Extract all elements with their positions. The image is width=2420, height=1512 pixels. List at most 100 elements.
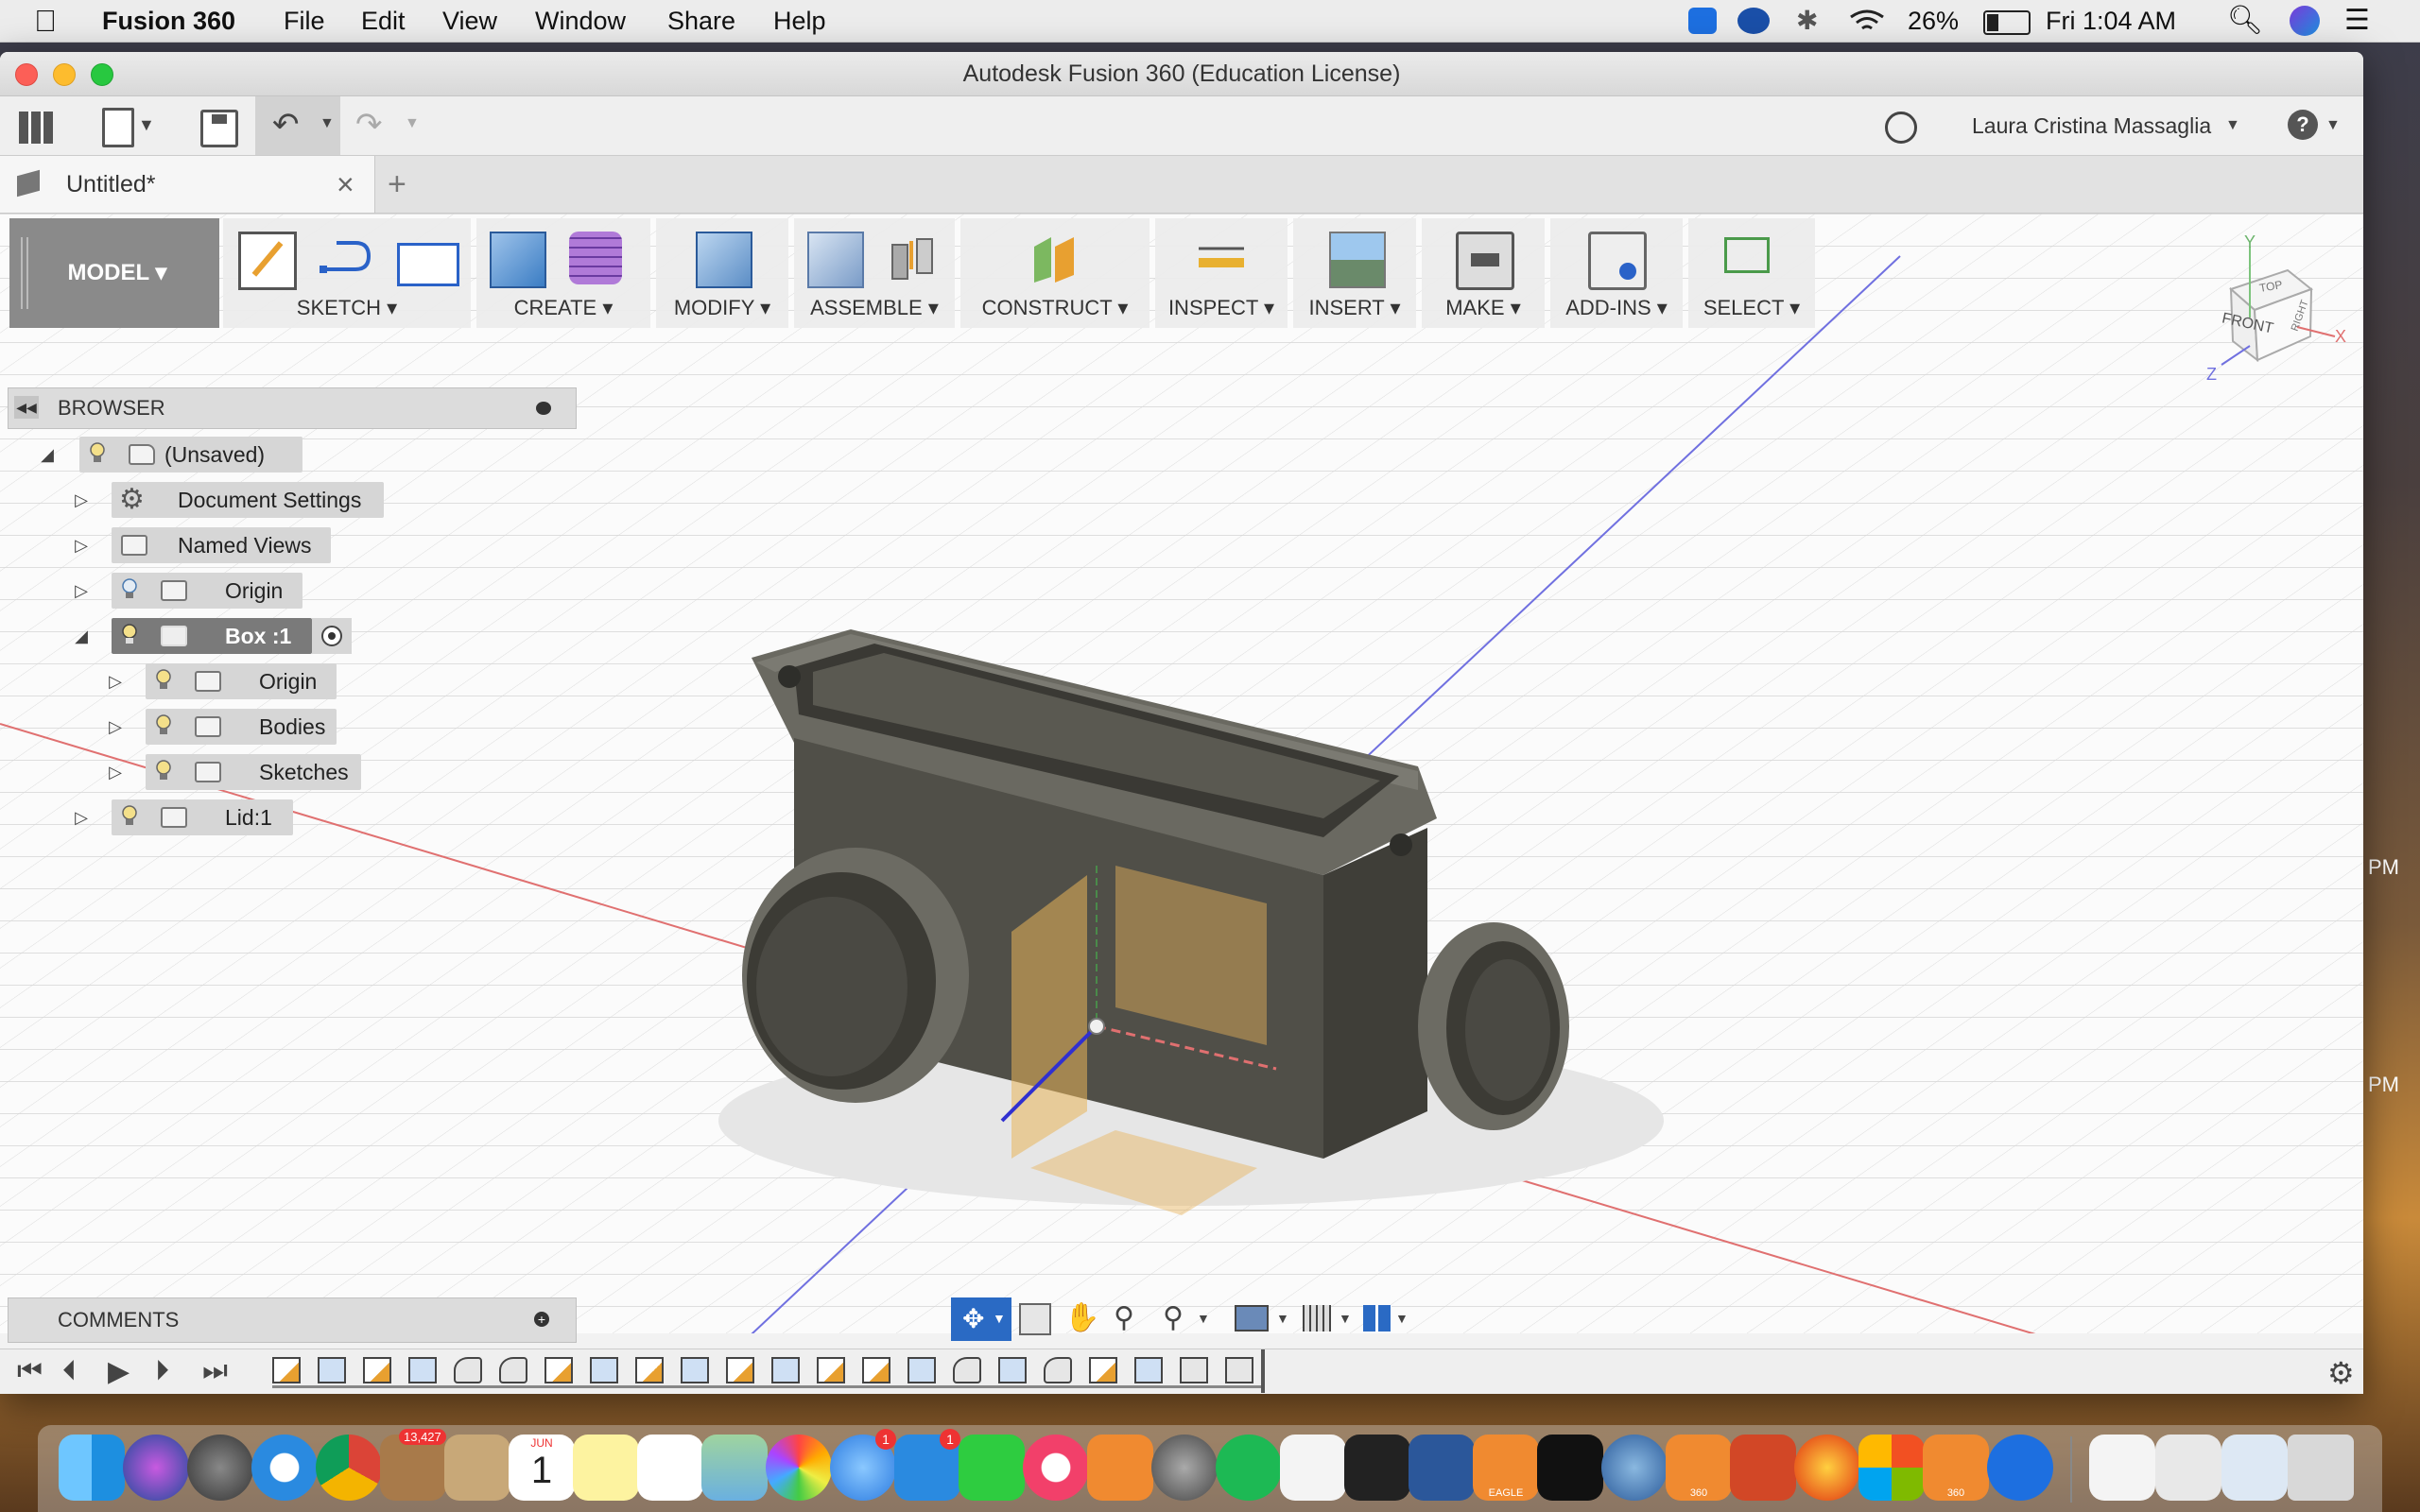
timeline-feature-extrude-icon[interactable] <box>998 1357 1027 1383</box>
grid-settings-icon[interactable] <box>1303 1305 1331 1332</box>
line-icon[interactable] <box>318 232 372 284</box>
ribbon-group-label[interactable]: CREATE ▾ <box>476 296 650 320</box>
timeline-feature-fillet-icon[interactable] <box>454 1357 482 1383</box>
timeline-feature-sketch-icon[interactable] <box>817 1357 845 1383</box>
collapse-triangle-icon[interactable]: ◢ <box>38 437 57 472</box>
browser-node-root[interactable]: (Unsaved) <box>79 437 302 472</box>
new-tab-icon[interactable]: + <box>388 156 406 213</box>
launchpad-icon[interactable] <box>187 1435 253 1501</box>
timeline-feature-extrude-icon[interactable] <box>1134 1357 1163 1383</box>
timeline-feature-extrude-icon[interactable] <box>908 1357 936 1383</box>
app-store-icon[interactable]: 1 <box>894 1429 960 1501</box>
menu-help[interactable]: Help <box>773 0 826 42</box>
timeline-settings-gear-icon[interactable]: ⚙ <box>2327 1355 2355 1391</box>
chevron-down-icon[interactable]: ▼ <box>2325 117 2341 134</box>
cloud-status-icon[interactable] <box>1737 8 1770 34</box>
display-settings-icon[interactable] <box>1235 1305 1269 1332</box>
visibility-bulb-icon[interactable] <box>121 578 138 601</box>
ribbon-group-label[interactable]: MODIFY ▾ <box>656 296 788 320</box>
chevron-down-icon[interactable]: ▼ <box>1276 1311 1289 1326</box>
calendar-icon[interactable]: JUN 1 <box>509 1435 575 1501</box>
offset-plane-icon[interactable] <box>1028 232 1081 284</box>
timeline-feature-sketch-icon[interactable] <box>363 1357 391 1383</box>
browser-node-named-views[interactable]: Named Views <box>112 527 331 563</box>
browser-node-lid-component[interactable]: Lid:1 <box>112 799 293 835</box>
document-tab[interactable]: Untitled* × <box>0 156 375 213</box>
ribbon-group-label[interactable]: SKETCH ▾ <box>223 296 471 320</box>
notification-center-icon[interactable]: ☰ <box>2344 0 2370 42</box>
create-sketch-icon[interactable] <box>238 232 297 290</box>
facetime-icon[interactable] <box>959 1435 1025 1501</box>
eagle-icon[interactable]: EAGLE <box>1473 1435 1539 1501</box>
timeline-feature-sketch-icon[interactable] <box>272 1357 301 1383</box>
textedit-icon[interactable] <box>1280 1435 1346 1501</box>
screenshots-stack-icon[interactable] <box>2221 1435 2288 1501</box>
browser-node-box-component[interactable]: Box :1 <box>112 618 312 654</box>
help-icon[interactable]: ? <box>2288 110 2318 140</box>
ribbon-group-label[interactable]: INSERT ▾ <box>1293 296 1416 320</box>
visibility-bulb-icon[interactable] <box>155 714 172 737</box>
maps-icon[interactable] <box>701 1435 768 1501</box>
chevron-down-icon[interactable]: ▼ <box>1339 1311 1352 1326</box>
chrome-icon[interactable] <box>316 1435 382 1501</box>
browser-node-sketches[interactable]: Sketches <box>146 754 361 790</box>
battery-icon[interactable] <box>1983 10 2031 35</box>
browser-node-document-settings[interactable]: ⚙ Document Settings <box>112 482 384 518</box>
timeline-feature-fillet-icon[interactable] <box>499 1357 527 1383</box>
timeline-feature-sketch-icon[interactable] <box>726 1357 754 1383</box>
teamviewer-icon[interactable] <box>1987 1435 2053 1501</box>
timeline-feature-extrude-icon[interactable] <box>318 1357 346 1383</box>
viewports-icon[interactable] <box>1363 1305 1392 1332</box>
3d-print-icon[interactable] <box>1456 232 1514 290</box>
ribbon-group-label[interactable]: ASSEMBLE ▾ <box>794 296 955 320</box>
reminders-icon[interactable] <box>637 1435 703 1501</box>
ibooks-icon[interactable] <box>1087 1435 1153 1501</box>
undo-button[interactable]: ↶ ▼ <box>255 96 340 155</box>
timeline-feature-sketch-icon[interactable] <box>544 1357 573 1383</box>
ribbon-group-label[interactable]: INSPECT ▾ <box>1155 296 1288 320</box>
create-form-icon[interactable] <box>569 232 622 284</box>
timeline-feature-extrude-icon[interactable] <box>681 1357 709 1383</box>
joint-icon[interactable] <box>887 232 940 284</box>
visibility-bulb-icon[interactable] <box>121 624 138 646</box>
expand-triangle-icon[interactable]: ▷ <box>106 709 125 745</box>
rectangle-icon[interactable] <box>397 243 459 286</box>
timeline-feature-extrude-icon[interactable] <box>590 1357 618 1383</box>
itunes-icon[interactable] <box>1023 1435 1089 1501</box>
extrude-icon[interactable] <box>490 232 546 288</box>
microsoft-app-icon[interactable] <box>1858 1435 1925 1501</box>
browser-node-origin[interactable]: Origin <box>112 573 302 609</box>
timeline-feature-thread-icon[interactable] <box>1225 1357 1253 1383</box>
measure-icon[interactable] <box>1195 232 1248 284</box>
documents-stack-icon[interactable] <box>2089 1435 2155 1501</box>
viewcube[interactable]: FRONT TOP RIGHT X Y Z <box>2193 232 2346 384</box>
fusion360-running-icon[interactable]: 360 <box>1923 1435 1989 1501</box>
spotify-icon[interactable] <box>1216 1435 1282 1501</box>
finder-icon[interactable] <box>59 1435 125 1501</box>
teamviewer-status-icon[interactable] <box>1688 8 1717 34</box>
spotlight-search-icon[interactable]: 🔍︎ <box>2227 0 2263 42</box>
select-icon[interactable] <box>1724 237 1770 273</box>
minimize-panel-icon[interactable] <box>536 402 551 415</box>
redo-icon[interactable]: ↷ <box>355 106 383 144</box>
close-tab-icon[interactable]: × <box>337 156 354 213</box>
clock[interactable]: Fri 1:04 AM <box>2046 0 2176 42</box>
timeline-feature-sketch-icon[interactable] <box>862 1357 890 1383</box>
network-globe-icon[interactable] <box>1601 1435 1668 1501</box>
timeline-feature-sketch-icon[interactable] <box>1089 1357 1117 1383</box>
timeline-feature-fillet-icon[interactable] <box>1044 1357 1072 1383</box>
pan-hand-icon[interactable]: ✋ <box>1064 1301 1099 1334</box>
expand-triangle-icon[interactable]: ▷ <box>72 799 91 835</box>
menu-view[interactable]: View <box>442 0 497 42</box>
insert-image-icon[interactable] <box>1329 232 1386 288</box>
collapse-triangle-icon[interactable]: ◢ <box>72 618 91 654</box>
orbit-button[interactable]: ✥ ▼ <box>951 1297 1011 1341</box>
menu-share[interactable]: Share <box>667 0 735 42</box>
timeline-feature-extrude-icon[interactable] <box>771 1357 800 1383</box>
visibility-bulb-icon[interactable] <box>121 805 138 828</box>
visibility-bulb-icon[interactable] <box>155 760 172 782</box>
app-menu[interactable]: Fusion 360 <box>102 0 235 42</box>
chevron-down-icon[interactable]: ▼ <box>2225 117 2240 134</box>
hotspot-shield-icon[interactable] <box>1794 1435 1860 1501</box>
file-menu-icon[interactable] <box>102 108 134 147</box>
